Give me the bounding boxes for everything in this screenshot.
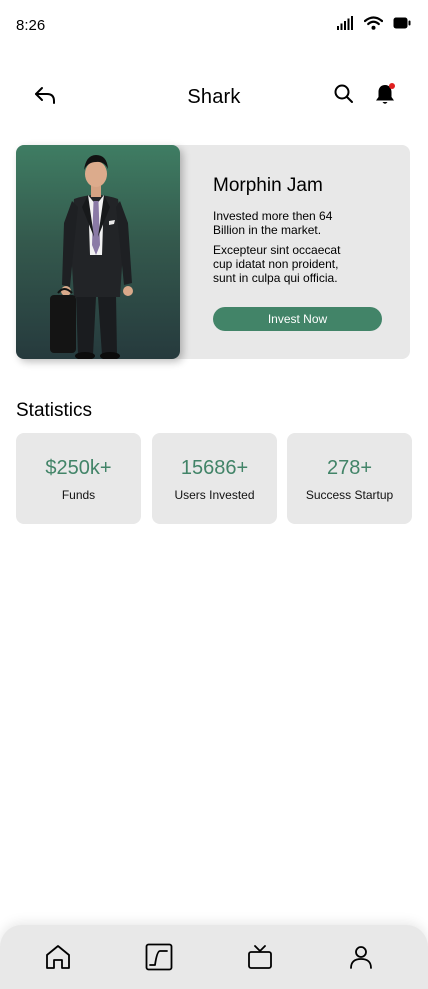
wifi-icon (364, 16, 383, 30)
app-header: Shark (0, 78, 428, 116)
investor-card[interactable]: Morphin Jam Invested more then 64 Billio… (16, 145, 410, 359)
status-bar: 8:26 (0, 0, 428, 50)
page-title: Shark (187, 86, 241, 108)
nav-profile[interactable] (347, 943, 375, 971)
stat-card-users-invested: 15686+ Users Invested (152, 433, 277, 524)
bottom-nav (0, 925, 428, 989)
stat-label: Success Startup (305, 488, 394, 502)
stat-label: Funds (61, 488, 96, 502)
stat-value: 278+ (326, 457, 373, 479)
search-icon (333, 84, 355, 109)
profile-icon (347, 943, 375, 971)
status-time: 8:26 (16, 17, 46, 34)
chart-icon (145, 943, 173, 971)
signal-icon (337, 16, 354, 30)
battery-icon (393, 17, 411, 29)
invest-now-button[interactable]: Invest Now (213, 307, 382, 331)
search-button[interactable] (333, 83, 355, 105)
investor-info: Morphin Jam Invested more then 64 Billio… (213, 175, 393, 285)
stat-value: $250k+ (45, 457, 112, 479)
stat-label: Users Invested (174, 488, 255, 502)
stat-card-funds: $250k+ Funds (16, 433, 141, 524)
status-icons (337, 16, 411, 30)
investor-name: Morphin Jam (213, 175, 323, 196)
investor-photo (16, 145, 180, 359)
bell-icon (373, 85, 399, 112)
investor-bio: Excepteur sint occaecat cup idatat non p… (213, 243, 341, 285)
nav-home[interactable] (44, 943, 72, 971)
statistics-title: Statistics (16, 400, 93, 421)
notification-badge (389, 83, 395, 89)
home-icon (44, 943, 72, 971)
stat-card-success-startup: 278+ Success Startup (287, 433, 412, 524)
tv-icon (246, 943, 274, 971)
nav-tv[interactable] (246, 943, 274, 971)
stat-value: 15686+ (180, 457, 249, 479)
investor-description: Invested more then 64 Billion in the mar… (213, 209, 333, 237)
notification-button[interactable] (373, 82, 399, 108)
nav-stats[interactable] (145, 943, 173, 971)
